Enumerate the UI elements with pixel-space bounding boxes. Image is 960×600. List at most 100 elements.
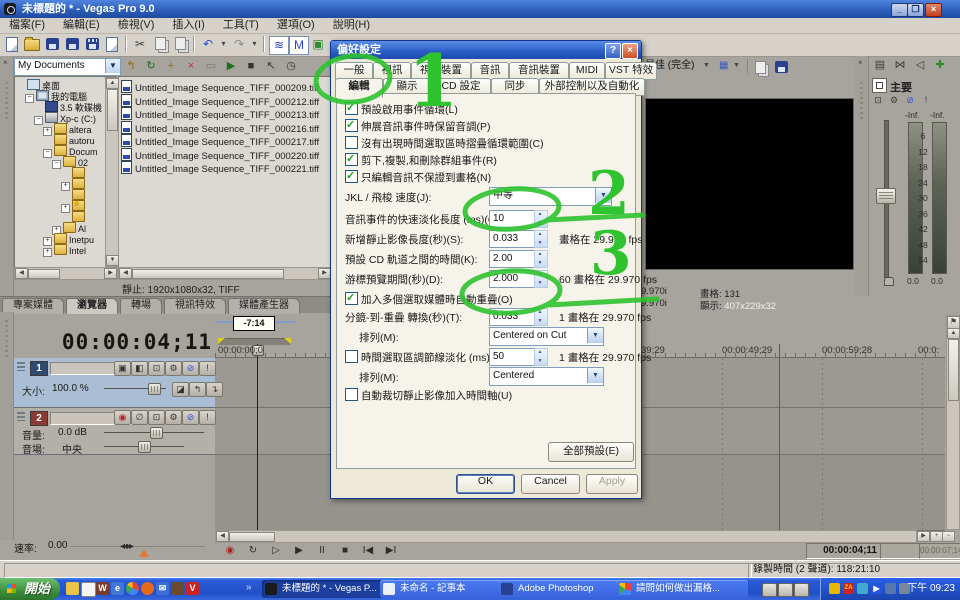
- track-fx-icon[interactable]: ⚙: [165, 361, 182, 376]
- tree-item[interactable]: +: [61, 178, 87, 189]
- auto-preview-icon[interactable]: ↖: [262, 59, 280, 74]
- tree-item[interactable]: 3.5 軟碟機: [34, 101, 102, 112]
- media-folder-icon[interactable]: ▭: [202, 59, 220, 74]
- solo-icon[interactable]: !: [918, 95, 934, 105]
- automation-icon[interactable]: ⊡: [148, 361, 165, 376]
- add-bus-icon[interactable]: ✚: [932, 58, 948, 71]
- up-level-icon[interactable]: ↰: [122, 59, 140, 74]
- menu-help[interactable]: 說明(H): [324, 18, 379, 33]
- go-to-start-button[interactable]: Ι◀: [358, 543, 378, 558]
- folder-icon[interactable]: [66, 582, 79, 595]
- expand-icon[interactable]: ↴: [206, 382, 223, 397]
- antivirus-tray-icon[interactable]: [829, 583, 840, 594]
- tab-video-fx[interactable]: 視訊特效: [164, 298, 226, 314]
- tree-item[interactable]: +Intel: [43, 244, 86, 255]
- spinner-arrows[interactable]: ▲▼: [534, 210, 548, 228]
- tree-expand-toggle[interactable]: −: [34, 116, 43, 125]
- chevron-down-icon[interactable]: ▼: [105, 59, 120, 73]
- tree-item[interactable]: −Xp-c (C:): [34, 112, 96, 123]
- mute-icon[interactable]: ⊘: [902, 95, 918, 106]
- cut-to-overlap-spinner[interactable]: 0.033▲▼: [489, 308, 536, 326]
- close-icon[interactable]: ×: [622, 43, 638, 59]
- track-motion-icon[interactable]: ▣: [114, 361, 131, 376]
- undo-icon[interactable]: ↶: [199, 36, 217, 53]
- tree-item[interactable]: [61, 167, 87, 178]
- start-preview-icon[interactable]: ▶: [222, 59, 240, 74]
- file-list-item[interactable]: Untitled_Image Sequence_TIFF_000209.tiff: [121, 80, 319, 93]
- undo-dropdown-icon[interactable]: ▾: [219, 36, 228, 53]
- file-list-item[interactable]: Untitled_Image Sequence_TIFF_000216.tiff: [121, 121, 319, 134]
- file-list-item[interactable]: Untitled_Image Sequence_TIFF_000212.tiff: [121, 94, 319, 107]
- timeline-vscrollbar[interactable]: ⚑ ▲: [946, 315, 960, 530]
- address-combo[interactable]: My Documents ▼: [14, 58, 121, 76]
- ok-button[interactable]: OK: [456, 474, 515, 494]
- make-parent-icon[interactable]: ↰: [189, 382, 206, 397]
- file-list-item[interactable]: Untitled_Image Sequence_TIFF_000213.tiff: [121, 107, 319, 120]
- tab-explorer[interactable]: 瀏覽器: [66, 298, 118, 314]
- mute-icon[interactable]: ⊘: [182, 361, 199, 376]
- mail-icon[interactable]: ✉: [156, 582, 169, 595]
- dialog-title-bar[interactable]: 偏好設定 ? ×: [331, 41, 641, 59]
- w-icon[interactable]: W: [96, 582, 109, 595]
- task-chrome[interactable]: 請問如何做出漏格...: [616, 580, 748, 598]
- utility-tray-icon[interactable]: [857, 583, 868, 594]
- tree-item[interactable]: −02: [52, 156, 88, 167]
- record-button[interactable]: ◉: [220, 543, 240, 558]
- lock-fader-icon[interactable]: [884, 277, 894, 286]
- firefox-icon[interactable]: [141, 582, 154, 595]
- cancel-button[interactable]: Cancel: [521, 474, 580, 494]
- menu-options[interactable]: 選項(O): [268, 18, 324, 33]
- rate-scrub-control[interactable]: ◂◂▸▸: [120, 541, 132, 552]
- language-bar-monitor-icon[interactable]: [794, 583, 809, 597]
- go-to-end-button[interactable]: ▶Ι: [381, 543, 401, 558]
- master-bus-icon[interactable]: [872, 78, 887, 93]
- tab-media-generators[interactable]: 媒體產生器: [228, 298, 300, 314]
- envelope-fade-spinner[interactable]: 50▲▼: [489, 348, 536, 366]
- option-checkbox[interactable]: [345, 153, 358, 166]
- pause-button[interactable]: ΙΙ: [312, 543, 332, 558]
- save-icon[interactable]: [43, 36, 61, 53]
- alignment-dropdown[interactable]: Centered▼: [489, 367, 604, 386]
- minimize-button[interactable]: _: [891, 3, 908, 17]
- track-fx-icon[interactable]: ⚙: [165, 410, 182, 425]
- render-as-icon[interactable]: [83, 36, 101, 53]
- chevron-down-icon[interactable]: ▼: [595, 188, 611, 203]
- volume-slider-handle[interactable]: [150, 427, 163, 439]
- play-button[interactable]: ▶: [289, 543, 309, 558]
- list-hscrollbar[interactable]: ◀▶: [118, 267, 332, 280]
- solo-icon[interactable]: !: [199, 410, 216, 425]
- audio-track-header[interactable]: 2 ◉∅⊡⚙⊘! 音量: 0.0 dB 音場: 中央: [14, 408, 215, 455]
- spinner-arrows[interactable]: ▲▼: [534, 230, 548, 248]
- file-list-item[interactable]: Untitled_Image Sequence_TIFF_000221.tiff: [121, 161, 319, 174]
- document-icon[interactable]: [81, 582, 96, 597]
- redo-dropdown-icon[interactable]: ▾: [250, 36, 259, 53]
- tree-expand-toggle[interactable]: −: [25, 94, 34, 103]
- menu-view[interactable]: 檢視(V): [109, 18, 164, 33]
- copy-snapshot-icon[interactable]: [755, 61, 766, 74]
- menu-file[interactable]: 檔案(F): [0, 18, 54, 33]
- chevron-down-icon[interactable]: ▼: [703, 58, 710, 74]
- close-panel-icon[interactable]: ×: [3, 58, 8, 67]
- task-notepad[interactable]: 未命名 - 記事本: [380, 580, 512, 598]
- maximize-button[interactable]: ❐: [907, 3, 924, 17]
- pan-slider-handle[interactable]: [138, 441, 151, 453]
- tree-item[interactable]: +Al: [52, 222, 86, 233]
- menu-insert[interactable]: 插入(I): [163, 18, 213, 33]
- automation-icon[interactable]: ⊡: [148, 410, 165, 425]
- downmix-icon[interactable]: ⋈: [892, 58, 908, 71]
- quick-fade-spinner[interactable]: 10▲▼: [489, 210, 536, 228]
- chevron-down-icon[interactable]: ▼: [587, 328, 603, 343]
- auto-trim-checkbox[interactable]: [345, 388, 358, 401]
- tree-hscrollbar[interactable]: ◀▶: [14, 267, 118, 280]
- paste-icon[interactable]: [171, 36, 189, 53]
- refresh-icon[interactable]: ↻: [142, 59, 160, 74]
- language-bar-pen-icon[interactable]: [778, 583, 793, 597]
- loop-playback-button[interactable]: ↻: [243, 543, 263, 558]
- delete-icon[interactable]: ×: [182, 59, 200, 74]
- video-track-header[interactable]: 1 ▣◧⊡⚙⊘! 大小: 100.0 % ◪↰↴: [14, 358, 215, 408]
- mute-icon[interactable]: ⊘: [182, 410, 199, 425]
- start-button[interactable]: 開始: [0, 578, 60, 600]
- task-vegas[interactable]: 未標題的 * - Vegas P...: [262, 580, 394, 598]
- save-as-icon[interactable]: [63, 36, 81, 53]
- snap-toggle-icon[interactable]: ≋: [269, 36, 289, 55]
